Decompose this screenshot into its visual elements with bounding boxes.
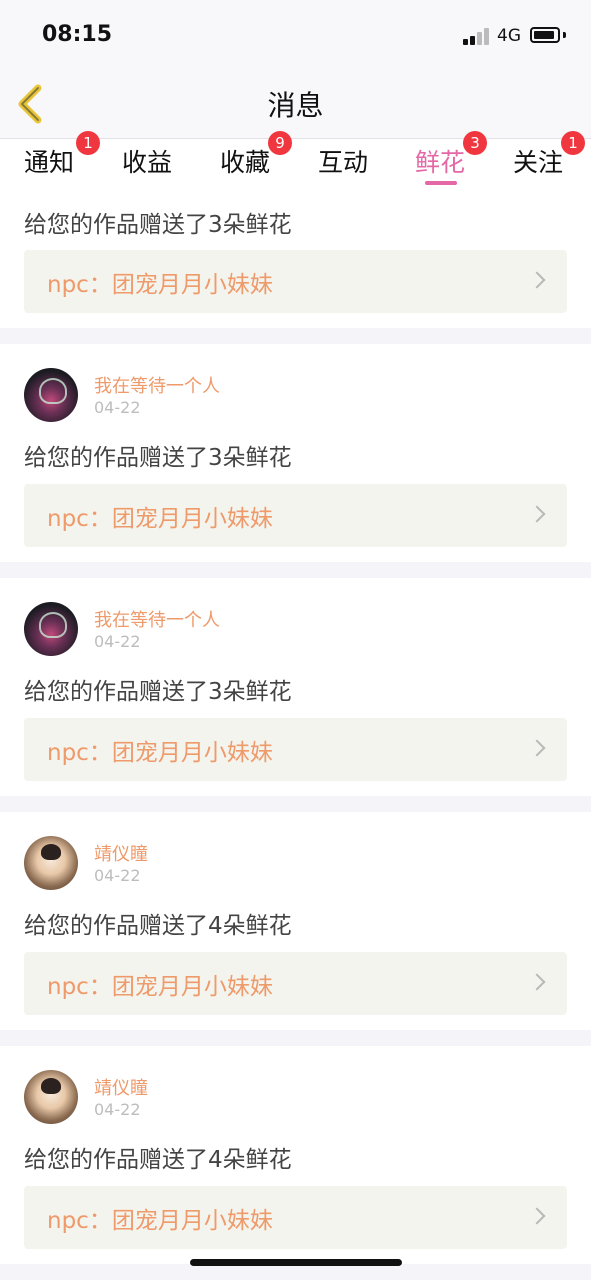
message-date: 04-22 (94, 632, 141, 651)
message-text: 给您的作品赠送了3朵鲜花 (24, 212, 292, 238)
tab-label: 收藏 (220, 148, 271, 177)
status-time: 08:15 (42, 22, 113, 47)
status-bar: 08:15 4G (0, 0, 591, 70)
tab-notifications[interactable]: 通知 1 (24, 131, 100, 189)
sender-name[interactable]: 我在等待一个人 (94, 606, 220, 632)
page-title: 消息 (267, 89, 324, 122)
navigation-bar: 消息 (0, 70, 591, 139)
unread-badge: 1 (561, 131, 585, 155)
flower-message-card: 靖仪瞳 04-22 给您的作品赠送了4朵鲜花 npc：团宠月月小妹妹 (0, 812, 591, 1030)
unread-badge: 1 (76, 131, 100, 155)
sender-name[interactable]: 靖仪瞳 (94, 840, 148, 866)
chevron-right-icon (528, 271, 546, 289)
message-text: 给您的作品赠送了4朵鲜花 (24, 913, 292, 939)
flower-message-card: 我在等待一个人 04-22 给您的作品赠送了3朵鲜花 npc：团宠月月小妹妹 (0, 344, 591, 562)
active-tab-indicator (425, 181, 457, 185)
avatar[interactable] (24, 602, 78, 656)
tab-label: 收益 (122, 148, 173, 177)
work-title: npc：团宠月月小妹妹 (47, 272, 273, 298)
home-indicator[interactable] (190, 1259, 402, 1266)
message-date: 04-22 (94, 866, 141, 885)
message-date: 04-22 (94, 398, 141, 417)
work-link[interactable]: npc：团宠月月小妹妹 (24, 718, 567, 781)
message-text: 给您的作品赠送了3朵鲜花 (24, 445, 292, 471)
battery-icon (530, 27, 560, 43)
avatar[interactable] (24, 368, 78, 422)
chevron-right-icon (528, 505, 546, 523)
tab-label: 通知 (24, 148, 75, 177)
unread-badge: 3 (463, 131, 487, 155)
work-link[interactable]: npc：团宠月月小妹妹 (24, 250, 567, 313)
avatar[interactable] (24, 836, 78, 890)
tab-favorites[interactable]: 收藏 9 (220, 131, 292, 189)
avatar[interactable] (24, 1070, 78, 1124)
tab-interactions[interactable]: 互动 (318, 143, 368, 189)
message-text: 给您的作品赠送了3朵鲜花 (24, 679, 292, 705)
message-text: 给您的作品赠送了4朵鲜花 (24, 1147, 292, 1173)
chevron-right-icon (528, 973, 546, 991)
work-link[interactable]: npc：团宠月月小妹妹 (24, 1186, 567, 1249)
tab-following[interactable]: 关注 1 (513, 131, 585, 189)
battery-tip (563, 32, 566, 38)
work-title: npc：团宠月月小妹妹 (47, 1208, 273, 1234)
message-date: 04-22 (94, 1100, 141, 1119)
tab-label: 鲜花 (415, 148, 466, 177)
tab-flowers[interactable]: 鲜花 3 (415, 131, 487, 189)
work-title: npc：团宠月月小妹妹 (47, 974, 273, 1000)
chevron-right-icon (528, 739, 546, 757)
work-link[interactable]: npc：团宠月月小妹妹 (24, 952, 567, 1015)
work-title: npc：团宠月月小妹妹 (47, 740, 273, 766)
tab-label: 互动 (318, 148, 369, 177)
tab-label: 关注 (513, 148, 564, 177)
tab-bar: 通知 1 收益 收藏 9 互动 鲜花 3 关注 1 (0, 131, 591, 189)
work-title: npc：团宠月月小妹妹 (47, 506, 273, 532)
flower-message-card: 给您的作品赠送了3朵鲜花 npc：团宠月月小妹妹 (0, 189, 591, 328)
signal-icon (463, 28, 491, 45)
network-label: 4G (497, 26, 521, 46)
flower-message-card: 靖仪瞳 04-22 给您的作品赠送了4朵鲜花 npc：团宠月月小妹妹 (0, 1046, 591, 1264)
tab-earnings[interactable]: 收益 (122, 143, 172, 189)
work-link[interactable]: npc：团宠月月小妹妹 (24, 484, 567, 547)
chevron-right-icon (528, 1207, 546, 1225)
flower-message-card: 我在等待一个人 04-22 给您的作品赠送了3朵鲜花 npc：团宠月月小妹妹 (0, 578, 591, 796)
sender-name[interactable]: 我在等待一个人 (94, 372, 220, 398)
unread-badge: 9 (268, 131, 292, 155)
sender-name[interactable]: 靖仪瞳 (94, 1074, 148, 1100)
